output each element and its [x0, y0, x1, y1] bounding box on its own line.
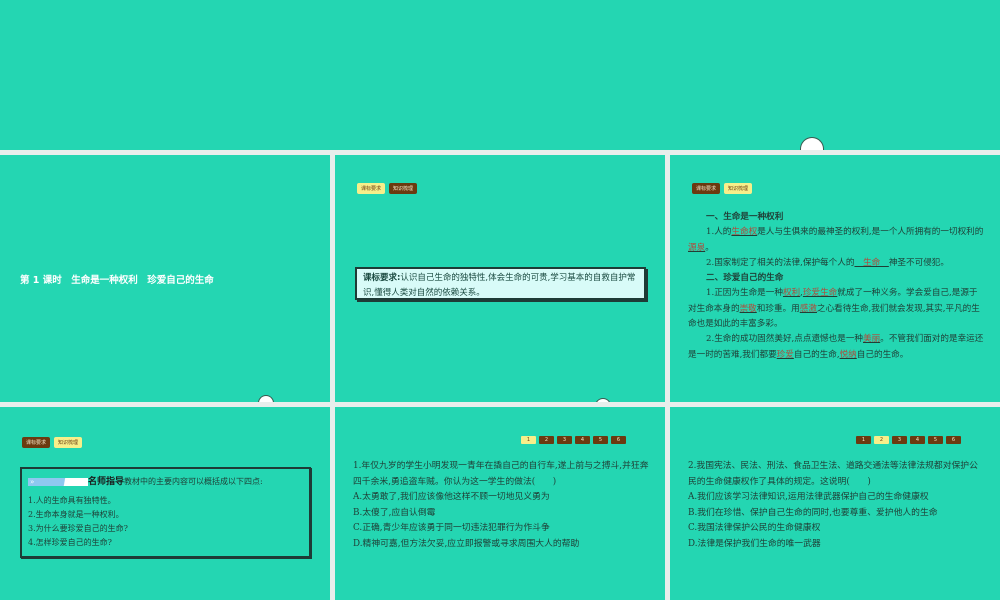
tab-knowledge[interactable]: 知识梳理: [54, 437, 83, 448]
slide-thumbnail-2[interactable]: 课标要求 知识梳理 课标要求:认识自己生命的独特性,体会生命的可贵,学习基本的自救…: [335, 155, 665, 402]
tab-knowledge[interactable]: 知识梳理: [389, 183, 418, 194]
slide-thumbnail-6[interactable]: 123456 2.我国宪法、民法、刑法、食品卫生法、道路交通法等法律法规都对保护…: [670, 407, 1000, 600]
curriculum-box: 课标要求:认识自己生命的独特性,体会生命的可贵,学习基本的自救自护常识,懂得人类…: [355, 267, 646, 300]
slide-thumbnail-4[interactable]: 课标要求 知识梳理 » 名师指导教材中的主要内容可以概括成以下四点: 1.人的生命具…: [0, 407, 330, 600]
question-2: 2.我国宪法、民法、刑法、食品卫生法、道路交通法等法律法规都对保护公民的生命健康…: [688, 459, 984, 552]
tab-curriculum[interactable]: 课标要求: [692, 183, 721, 194]
slide-thumbnail-previous[interactable]: [0, 0, 1000, 150]
pager-4[interactable]: 4: [910, 436, 925, 444]
question-text: 1.年仅九岁的学生小明发现一青年在撬自己的自行车,遂上前与之搏斗,并狂奔四千余米…: [353, 461, 649, 487]
slide-thumbnail-5[interactable]: 123456 1.年仅九岁的学生小明发现一青年在撬自己的自行车,遂上前与之搏斗,…: [335, 407, 665, 600]
cartoon-bubble-icon: [800, 137, 824, 150]
paragraph: 1.正因为生命是一种权利,珍爱生命就成了一种义务。学会爱自己,是源于对生命本身的…: [688, 288, 980, 330]
question-text: 2.我国宪法、民法、刑法、食品卫生法、道路交通法等法律法规都对保护公民的生命健康…: [688, 461, 978, 487]
cartoon-bubble-icon: [595, 398, 611, 402]
curriculum-text: 认识自己生命的独特性,体会生命的可贵,学习基本的自救自护常识,懂得人类对自然的依…: [363, 273, 636, 298]
teacher-guide-box: » 名师指导教材中的主要内容可以概括成以下四点: 1.人的生命具有独特性。 2.生…: [20, 467, 311, 558]
option-c: C.我国法律保护公民的生命健康权: [688, 523, 821, 533]
option-c: C.正确,青少年应该勇于同一切违法犯罪行为作斗争: [353, 523, 550, 533]
paragraph: 2.生命的成功固然美好,点点遗憾也是一种美丽。不管我们面对的是幸运还是一时的苦难…: [688, 334, 984, 360]
option-d: D.法律是保护我们生命的唯一武器: [688, 538, 821, 549]
knowledge-outline: 一、生命是一种权利 1.人的生命权是人与生俱来的最神圣的权利,是一个人所拥有的一…: [688, 210, 984, 363]
question-pager: 123456: [856, 436, 961, 444]
question-1: 1.年仅九岁的学生小明发现一青年在撬自己的自行车,遂上前与之搏斗,并狂奔四千余米…: [353, 459, 649, 552]
paragraph: 2.国家制定了相关的法律,保护每个人的 生命 神圣不可侵犯。: [706, 257, 949, 268]
pager-3[interactable]: 3: [892, 436, 907, 444]
pager-4[interactable]: 4: [575, 436, 590, 444]
question-pager: 123456: [521, 436, 626, 444]
pager-1[interactable]: 1: [856, 436, 871, 444]
tab-curriculum[interactable]: 课标要求: [22, 437, 51, 448]
section-heading: 二、珍爱自己的生命: [706, 273, 784, 284]
cartoon-bubble-icon: [258, 395, 274, 402]
option-b: B.太傻了,应自认倒霉: [353, 507, 436, 518]
slide-thumbnail-1[interactable]: 第 1 课时 生命是一种权利 珍爱自己的生命: [0, 155, 330, 402]
chevron-right-icon: »: [28, 478, 88, 486]
section-heading: 一、生命是一种权利: [706, 212, 784, 222]
tab-knowledge[interactable]: 知识梳理: [724, 183, 753, 194]
pager-5[interactable]: 5: [928, 436, 943, 444]
pager-5[interactable]: 5: [593, 436, 608, 444]
guide-item: 2.生命本身就是一种权利。: [28, 510, 124, 519]
option-a: A.我们应该学习法律知识,运用法律武器保护自己的生命健康权: [688, 492, 929, 502]
guide-intro: 教材中的主要内容可以概括成以下四点:: [124, 477, 263, 486]
guide-title: 名师指导: [88, 477, 125, 487]
guide-item: 3.为什么要珍爱自己的生命?: [28, 524, 128, 533]
lesson-title: 第 1 课时 生命是一种权利 珍爱自己的生命: [20, 275, 214, 286]
paragraph: 1.人的生命权是人与生俱来的最神圣的权利,是一个人所拥有的一切权利的源泉。: [688, 227, 984, 253]
pager-1[interactable]: 1: [521, 436, 536, 444]
slide-thumbnail-3[interactable]: 课标要求 知识梳理 一、生命是一种权利 1.人的生命权是人与生俱来的最神圣的权利,…: [670, 155, 1000, 402]
option-d: D.精神可嘉,但方法欠妥,应立即报警或寻求周围大人的帮助: [353, 538, 580, 549]
pager-2[interactable]: 2: [874, 436, 889, 444]
pager-6[interactable]: 6: [946, 436, 961, 444]
guide-item: 1.人的生命具有独特性。: [28, 496, 116, 505]
curriculum-label: 课标要求:: [363, 273, 401, 283]
pager-2[interactable]: 2: [539, 436, 554, 444]
option-a: A.太勇敢了,我们应该像他这样不顾一切地见义勇为: [353, 492, 550, 502]
option-b: B.我们在珍惜、保护自己生命的同时,也要尊重、爱护他人的生命: [688, 507, 938, 518]
tab-curriculum[interactable]: 课标要求: [357, 183, 386, 194]
pager-3[interactable]: 3: [557, 436, 572, 444]
pager-6[interactable]: 6: [611, 436, 626, 444]
guide-item: 4.怎样珍爱自己的生命?: [28, 538, 112, 547]
